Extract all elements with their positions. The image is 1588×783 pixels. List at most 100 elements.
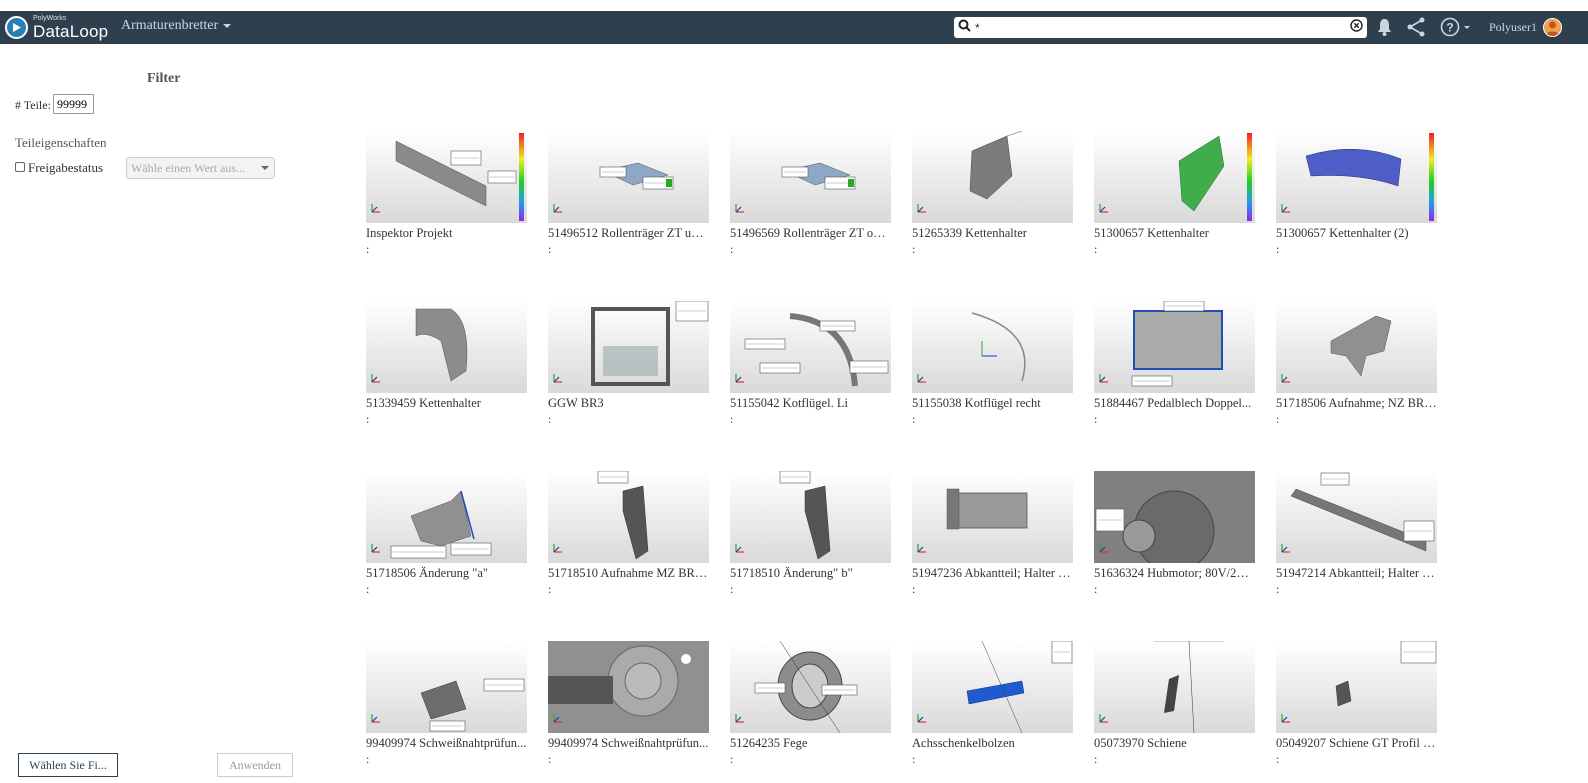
part-thumbnail[interactable]	[548, 131, 709, 223]
release-status-select[interactable]: Wähle einen Wert aus...	[126, 157, 275, 179]
parts-count-label: # Teile:	[15, 98, 51, 112]
part-thumbnail[interactable]	[1276, 301, 1437, 393]
part-thumbnail[interactable]	[1276, 641, 1437, 733]
part-thumbnail[interactable]	[730, 471, 891, 563]
part-thumbnail[interactable]	[912, 641, 1073, 733]
part-card[interactable]: 51884467 Pedalblech Doppel...:	[1094, 301, 1255, 426]
part-card[interactable]: 51496512 Rollenträger ZT unten:	[548, 131, 709, 256]
part-card-subtitle: :	[912, 752, 916, 766]
part-card-title[interactable]: 05073970 Schiene	[1094, 735, 1255, 751]
part-card-title[interactable]: 51265339 Kettenhalter	[912, 225, 1073, 241]
part-card-title[interactable]: 51718506 Aufnahme; NZ BR4 r...	[1276, 395, 1437, 411]
part-thumbnail[interactable]	[1094, 131, 1255, 223]
part-card-subtitle: :	[730, 412, 734, 426]
part-thumbnail[interactable]	[730, 641, 891, 733]
part-card[interactable]: 05049207 Schiene GT Profil 39...:	[1276, 641, 1437, 766]
part-card[interactable]: 51718506 Aufnahme; NZ BR4 r...:	[1276, 301, 1437, 426]
part-thumbnail[interactable]	[548, 641, 709, 733]
part-card-title[interactable]: Inspektor Projekt	[366, 225, 527, 241]
part-card-title[interactable]: 51155038 Kotflügel recht	[912, 395, 1073, 411]
release-status-checkbox[interactable]	[15, 162, 25, 172]
part-thumbnail[interactable]	[912, 131, 1073, 223]
part-thumbnail[interactable]	[366, 131, 527, 223]
part-card[interactable]: 51947236 Abkantteil; Halter k...:	[912, 471, 1073, 596]
navbar: PolyWorks DataLoop Armaturenbretter ? Po…	[0, 11, 1588, 44]
apply-button[interactable]: Anwenden	[217, 753, 293, 777]
part-card-title[interactable]: 51300657 Kettenhalter (2)	[1276, 225, 1437, 241]
part-card-title[interactable]: 51264235 Fege	[730, 735, 891, 751]
part-card-subtitle: :	[548, 412, 552, 426]
part-card-subtitle: :	[1276, 582, 1280, 596]
part-card[interactable]: 51300657 Kettenhalter (2):	[1276, 131, 1437, 256]
part-card[interactable]: 51947214 Abkantteil; Halter la...:	[1276, 471, 1437, 596]
part-thumbnail[interactable]	[1094, 471, 1255, 563]
part-card[interactable]: 51155042 Kotflügel. Li:	[730, 301, 891, 426]
user-avatar-icon[interactable]	[1543, 18, 1562, 37]
part-thumbnail[interactable]	[548, 471, 709, 563]
part-card-title[interactable]: 51718510 Änderung" b"	[730, 565, 891, 581]
part-card[interactable]: 51265339 Kettenhalter:	[912, 131, 1073, 256]
part-card-title[interactable]: 51496512 Rollenträger ZT unten	[548, 225, 709, 241]
axis-triad-icon	[1098, 711, 1110, 729]
part-card-title[interactable]: 51947214 Abkantteil; Halter la...	[1276, 565, 1437, 581]
part-card[interactable]: 51155038 Kotflügel recht:	[912, 301, 1073, 426]
part-thumbnail[interactable]	[1094, 641, 1255, 733]
chevron-down-icon	[223, 24, 232, 28]
part-card[interactable]: 51718506 Änderung "a":	[366, 471, 527, 596]
share-icon[interactable]	[1406, 17, 1426, 42]
app-logo[interactable]: PolyWorks DataLoop	[5, 14, 108, 41]
part-card[interactable]: 51718510 Änderung" b":	[730, 471, 891, 596]
dashboards-menu[interactable]: Armaturenbretter	[121, 18, 232, 34]
parts-count-input[interactable]	[53, 94, 94, 114]
part-card[interactable]: 99409974 Schweißnahtprüfun...:	[548, 641, 709, 766]
part-thumbnail[interactable]	[1276, 131, 1437, 223]
part-card-title[interactable]: 51718510 Aufnahme MZ BR4 L...	[548, 565, 709, 581]
part-thumbnail[interactable]	[366, 471, 527, 563]
part-card[interactable]: 51718510 Aufnahme MZ BR4 L...:	[548, 471, 709, 596]
part-card[interactable]: 99409974 Schweißnahtprüfun...:	[366, 641, 527, 766]
bell-icon[interactable]	[1376, 17, 1393, 42]
part-card[interactable]: GGW BR3:	[548, 301, 709, 426]
part-card[interactable]: Inspektor Projekt:	[366, 131, 527, 256]
user-name[interactable]: Polyuser1	[1489, 20, 1537, 35]
axis-triad-icon	[552, 711, 564, 729]
part-card[interactable]: 05073970 Schiene:	[1094, 641, 1255, 766]
part-thumbnail[interactable]	[1094, 301, 1255, 393]
part-thumbnail[interactable]	[366, 641, 527, 733]
part-card-title[interactable]: 51496569 Rollenträger ZT oben	[730, 225, 891, 241]
part-card-title[interactable]: 51947236 Abkantteil; Halter k...	[912, 565, 1073, 581]
part-card-title[interactable]: 05049207 Schiene GT Profil 39...	[1276, 735, 1437, 751]
axis-triad-icon	[1280, 201, 1292, 219]
part-card-title[interactable]: 51300657 Kettenhalter	[1094, 225, 1255, 241]
part-thumbnail[interactable]	[548, 301, 709, 393]
part-thumbnail[interactable]	[366, 301, 527, 393]
part-thumbnail[interactable]	[730, 131, 891, 223]
part-card-title[interactable]: 51339459 Kettenhalter	[366, 395, 527, 411]
help-icon[interactable]: ?	[1440, 17, 1472, 42]
filter-title: Filter	[147, 71, 181, 86]
part-card-subtitle: :	[912, 242, 916, 256]
part-card-title[interactable]: 51718506 Änderung "a"	[366, 565, 527, 581]
part-card[interactable]: 51339459 Kettenhalter:	[366, 301, 527, 426]
part-card-title[interactable]: 51636324 Hubmotor; 80V/22k...	[1094, 565, 1255, 581]
part-card-title[interactable]: 99409974 Schweißnahtprüfun...	[548, 735, 709, 751]
part-card-title[interactable]: Achsschenkelbolzen	[912, 735, 1073, 751]
part-thumbnail[interactable]	[730, 301, 891, 393]
axis-triad-icon	[1280, 371, 1292, 389]
part-card-title[interactable]: 99409974 Schweißnahtprüfun...	[366, 735, 527, 751]
part-thumbnail[interactable]	[912, 301, 1073, 393]
part-card[interactable]: 51496569 Rollenträger ZT oben:	[730, 131, 891, 256]
axis-triad-icon	[552, 541, 564, 559]
clear-search-icon[interactable]	[1350, 18, 1363, 37]
part-card-title[interactable]: 51884467 Pedalblech Doppel...	[1094, 395, 1255, 411]
part-card-title[interactable]: 51155042 Kotflügel. Li	[730, 395, 891, 411]
choose-filter-button[interactable]: Wählen Sie Fi...	[18, 753, 118, 777]
search-input[interactable]	[971, 18, 1350, 37]
part-thumbnail[interactable]	[1276, 471, 1437, 563]
part-card[interactable]: 51264235 Fege:	[730, 641, 891, 766]
part-card[interactable]: 51636324 Hubmotor; 80V/22k...:	[1094, 471, 1255, 596]
part-card[interactable]: Achsschenkelbolzen:	[912, 641, 1073, 766]
part-card-title[interactable]: GGW BR3	[548, 395, 709, 411]
part-thumbnail[interactable]	[912, 471, 1073, 563]
part-card[interactable]: 51300657 Kettenhalter:	[1094, 131, 1255, 256]
